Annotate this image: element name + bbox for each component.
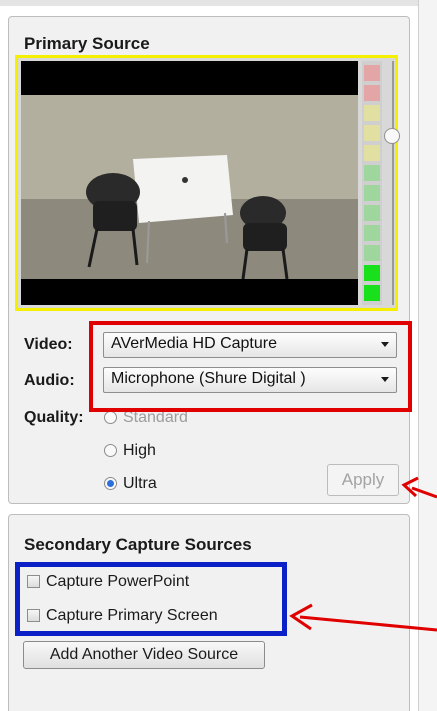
- apply-button[interactable]: Apply: [327, 464, 399, 496]
- quality-label: Quality:: [24, 409, 84, 426]
- checkbox-icon: [27, 575, 40, 588]
- chevron-down-icon: [381, 342, 389, 347]
- level-meter-segment: [364, 185, 380, 201]
- audio-label: Audio:: [24, 372, 75, 389]
- secondary-sources-heading: Secondary Capture Sources: [24, 535, 252, 554]
- checkbox-icon: [27, 609, 40, 622]
- level-meter-segment: [364, 85, 380, 101]
- video-preview-image: [21, 95, 358, 280]
- video-preview: [21, 61, 358, 305]
- quality-high-label: High: [123, 442, 156, 459]
- video-source-select[interactable]: AVerMedia HD Capture: [103, 332, 397, 358]
- level-meter-segment: [364, 205, 380, 221]
- level-meter-segment: [364, 245, 380, 261]
- right-panel-edge: [418, 0, 437, 711]
- radio-selected-icon: [104, 477, 117, 490]
- level-meter-segment: [364, 145, 380, 161]
- radio-icon: [104, 444, 117, 457]
- audio-level-meter: [362, 61, 382, 305]
- capture-powerpoint-checkbox[interactable]: Capture PowerPoint: [27, 573, 189, 595]
- capture-powerpoint-label: Capture PowerPoint: [46, 573, 190, 590]
- radio-icon: [104, 411, 117, 424]
- level-meter-segment: [364, 285, 380, 301]
- volume-slider-track[interactable]: [392, 61, 394, 305]
- video-preview-frame: [15, 55, 400, 311]
- add-video-source-button[interactable]: Add Another Video Source: [23, 641, 265, 669]
- capture-primary-screen-checkbox[interactable]: Capture Primary Screen: [27, 607, 218, 629]
- level-meter-segment: [364, 165, 380, 181]
- volume-slider-thumb[interactable]: [384, 128, 400, 144]
- primary-source-heading: Primary Source: [24, 34, 150, 53]
- level-meter-segment: [364, 105, 380, 121]
- level-meter-segment: [364, 125, 380, 141]
- video-source-value: AVerMedia HD Capture: [111, 335, 277, 352]
- video-label: Video:: [24, 336, 73, 353]
- audio-source-select[interactable]: Microphone (Shure Digital ): [103, 367, 397, 393]
- quality-ultra-label: Ultra: [123, 475, 157, 492]
- quality-standard-label: Standard: [123, 409, 188, 426]
- level-meter-segment: [364, 65, 380, 81]
- level-meter-segment: [364, 225, 380, 241]
- quality-high-radio[interactable]: High: [104, 442, 156, 462]
- window-top-edge: [0, 0, 437, 6]
- quality-standard-radio[interactable]: Standard: [104, 409, 188, 429]
- audio-source-value: Microphone (Shure Digital ): [111, 370, 306, 387]
- chevron-down-icon: [381, 377, 389, 382]
- room-scene-image: [21, 95, 358, 280]
- level-meter-segment: [364, 265, 380, 281]
- quality-ultra-radio[interactable]: Ultra: [104, 475, 157, 495]
- capture-primary-screen-label: Capture Primary Screen: [46, 607, 218, 624]
